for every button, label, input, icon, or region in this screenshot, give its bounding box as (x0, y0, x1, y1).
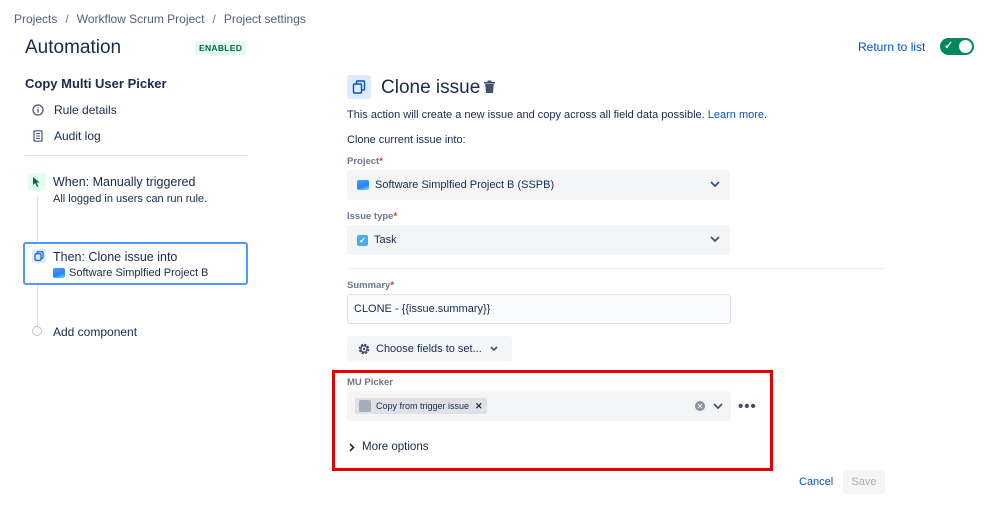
project-select-value: Software Simplfied Project B (SSPB) (375, 179, 555, 191)
cancel-button[interactable]: Cancel (799, 476, 833, 488)
clear-icon[interactable]: ✕ (695, 401, 705, 411)
rule-name: Copy Multi User Picker (25, 76, 167, 91)
save-button[interactable]: Save (843, 470, 885, 494)
summary-field-label: Summary* (347, 280, 394, 291)
issue-type-field-label: Issue type* (347, 211, 397, 222)
page-title: Automation (25, 37, 122, 58)
cursor-click-icon (28, 173, 46, 191)
divider (347, 268, 884, 269)
mu-picker-tag: Copy from trigger issue ✕ (355, 398, 487, 414)
required-mark: * (379, 156, 383, 167)
mu-picker-select[interactable]: Copy from trigger issue ✕ ✕ (347, 391, 731, 421)
task-checkbox-icon: ✓ (357, 234, 368, 246)
copy-icon (32, 249, 46, 263)
breadcrumb-separator: / (65, 12, 69, 26)
issue-type-label-text: Issue type (347, 211, 394, 222)
panel-description: This action will create a new issue and … (347, 109, 767, 121)
more-options-label: More options (362, 441, 429, 453)
action-subtitle: Software Simplfied Project B (53, 267, 208, 279)
breadcrumb-settings[interactable]: Project settings (224, 12, 306, 26)
project-label-text: Project (347, 156, 380, 167)
document-icon (32, 130, 44, 142)
toggle-knob (959, 40, 972, 53)
more-actions-icon[interactable]: ••• (738, 398, 757, 415)
issue-type-select[interactable]: ✓ Task (347, 225, 730, 255)
chevron-down-icon (713, 402, 723, 410)
choose-fields-button[interactable]: Choose fields to set... (347, 336, 512, 361)
add-component-dot (32, 326, 42, 336)
summary-input-value: CLONE - {{issue.summary}} (354, 303, 491, 315)
summary-input[interactable]: CLONE - {{issue.summary}} (347, 294, 731, 324)
summary-label-text: Summary (347, 280, 391, 291)
sidebar-item-label: Audit log (54, 129, 101, 143)
choose-fields-label: Choose fields to set... (376, 342, 482, 355)
breadcrumb: Projects / Workflow Scrum Project / Proj… (14, 12, 306, 26)
panel-title: Clone issue (381, 77, 481, 98)
copy-icon (347, 75, 371, 99)
clone-into-label: Clone current issue into: (347, 134, 466, 146)
rule-enabled-toggle[interactable]: ✓ (940, 38, 974, 55)
mu-picker-tag-label: Copy from trigger issue (376, 401, 470, 411)
add-component-link[interactable]: Add component (53, 325, 137, 339)
divider (25, 155, 247, 156)
mu-picker-label-text: MU Picker (347, 377, 393, 388)
mu-picker-field-label: MU Picker (347, 377, 393, 388)
user-avatar-icon (359, 400, 371, 412)
issue-type-value: Task (374, 234, 397, 246)
project-avatar-icon (357, 180, 369, 190)
sidebar-item-audit-log[interactable]: Audit log (32, 129, 101, 143)
breadcrumb-projects[interactable]: Projects (14, 12, 57, 26)
trash-icon[interactable] (483, 80, 496, 97)
sidebar-item-rule-details[interactable]: Rule details (32, 103, 117, 117)
return-to-list-link[interactable]: Return to list (858, 40, 925, 54)
required-mark: * (393, 211, 398, 222)
remove-tag-icon[interactable]: ✕ (475, 401, 483, 412)
trigger-title[interactable]: When: Manually triggered (53, 175, 195, 189)
description-text: This action will create a new issue and … (347, 109, 705, 121)
action-title: Then: Clone issue into (53, 250, 178, 264)
gear-icon (357, 342, 371, 356)
check-icon: ✓ (944, 40, 954, 52)
breadcrumb-project[interactable]: Workflow Scrum Project (77, 12, 205, 26)
trigger-subtitle: All logged in users can run rule. (53, 193, 208, 205)
project-avatar-icon (53, 268, 65, 278)
learn-more-link[interactable]: Learn more. (708, 109, 767, 121)
breadcrumb-separator: / (212, 12, 216, 26)
chevron-down-icon (710, 179, 720, 191)
action-project-name: Software Simplfied Project B (69, 267, 209, 279)
info-icon (32, 104, 44, 116)
sidebar-item-label: Rule details (54, 103, 117, 117)
status-badge: ENABLED (195, 41, 247, 55)
project-select[interactable]: Software Simplfied Project B (SSPB) (347, 170, 730, 200)
chevron-down-icon (490, 345, 498, 352)
required-mark: * (390, 280, 395, 291)
project-field-label: Project* (347, 156, 383, 167)
chevron-right-icon (349, 442, 355, 452)
chevron-down-icon (710, 234, 720, 246)
more-options-toggle[interactable]: More options (349, 441, 428, 453)
